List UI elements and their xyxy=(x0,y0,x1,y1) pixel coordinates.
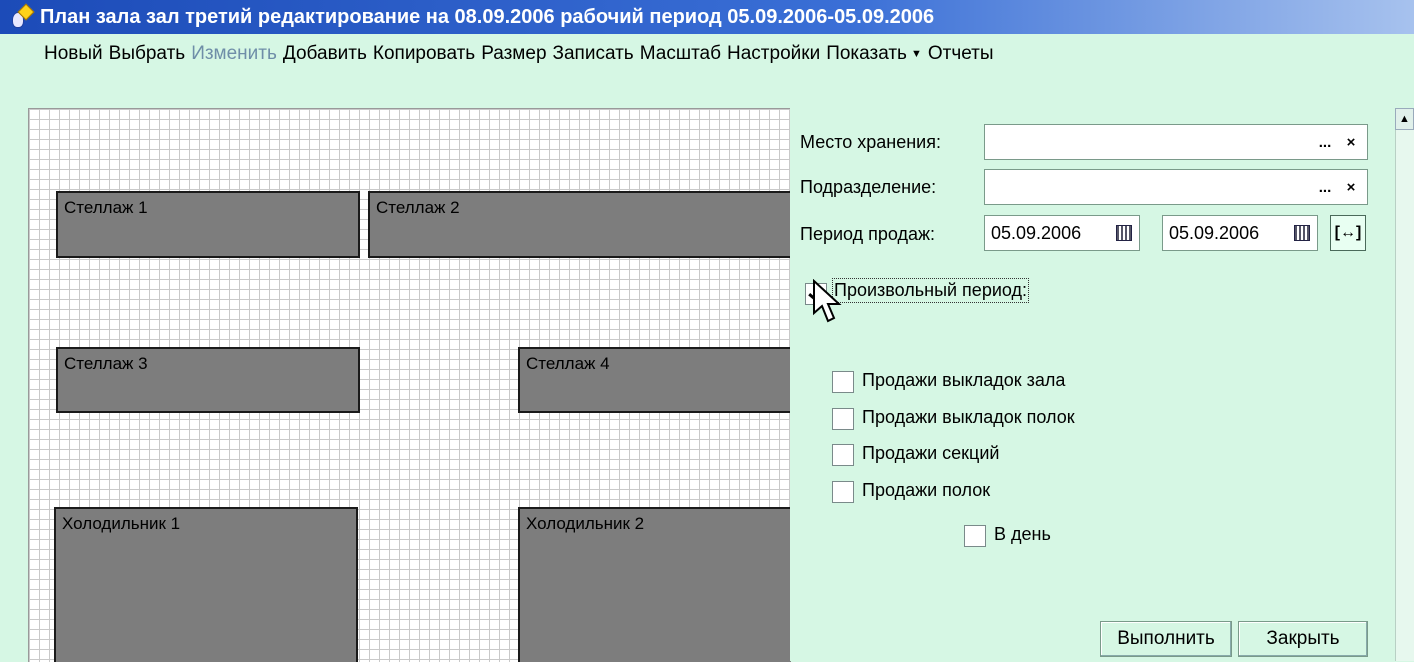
shelf-label: Стеллаж 1 xyxy=(64,198,148,217)
fridge-2[interactable]: Холодильник 2 xyxy=(518,507,791,662)
menu-show-label: Показать xyxy=(826,43,907,64)
period-label: Период продаж: xyxy=(800,224,936,244)
menu-bar: Новый Выбрать Изменить Добавить Копирова… xyxy=(0,34,1414,74)
arbitrary-period-label[interactable]: Произвольный период: xyxy=(832,278,1029,303)
menu-settings[interactable]: Настройки xyxy=(727,43,820,65)
shelf-label: Стеллаж 2 xyxy=(376,198,460,217)
storage-clear-button[interactable]: × xyxy=(1339,128,1363,156)
menu-show[interactable]: Показать ▼ xyxy=(826,43,922,65)
run-button[interactable]: Выполнить xyxy=(1100,621,1232,657)
close-button[interactable]: Закрыть xyxy=(1238,621,1368,657)
per-day-label: В день xyxy=(994,524,1051,544)
shelf-3[interactable]: Стеллаж 3 xyxy=(56,347,360,413)
department-select-button[interactable]: ... xyxy=(1313,173,1337,201)
app-icon xyxy=(10,3,35,28)
shelf-label: Холодильник 1 xyxy=(62,514,181,533)
range-arrows-icon[interactable]: [↔] xyxy=(1330,215,1366,251)
per-day-checkbox[interactable] xyxy=(964,525,986,547)
period-to-field[interactable]: 05.09.2006 xyxy=(1162,215,1318,251)
menu-new[interactable]: Новый xyxy=(44,43,103,65)
menu-scale[interactable]: Масштаб xyxy=(640,43,721,65)
shelf-1[interactable]: Стеллаж 1 xyxy=(56,191,360,258)
option-hall-displays-checkbox[interactable] xyxy=(832,371,854,393)
mouse-cursor-icon xyxy=(813,279,842,323)
option-shelves-checkbox[interactable] xyxy=(832,481,854,503)
menu-save[interactable]: Записать xyxy=(553,43,634,65)
shelf-label: Стеллаж 4 xyxy=(526,354,610,373)
period-to-value: 05.09.2006 xyxy=(1169,223,1260,243)
menu-size[interactable]: Размер xyxy=(481,43,546,65)
window-title: План зала зал третий редактирование на 0… xyxy=(40,5,935,28)
department-field[interactable]: ... × xyxy=(984,169,1368,205)
option-sections-label: Продажи секций xyxy=(862,443,1000,463)
chevron-down-icon: ▼ xyxy=(910,48,922,60)
calendar-icon[interactable] xyxy=(1294,225,1310,241)
shelf-2[interactable]: Стеллаж 2 xyxy=(368,191,791,258)
floor-plan-canvas[interactable]: Стеллаж 1 Стеллаж 2 Стеллаж 3 Стеллаж 4 … xyxy=(28,108,791,662)
shelf-label: Холодильник 2 xyxy=(526,514,645,533)
menu-edit: Изменить xyxy=(191,43,277,64)
title-bar: План зала зал третий редактирование на 0… xyxy=(0,0,1414,34)
shelf-label: Стеллаж 3 xyxy=(64,354,148,373)
menu-copy[interactable]: Копировать xyxy=(373,43,475,65)
department-label: Подразделение: xyxy=(800,177,937,197)
menu-reports[interactable]: Отчеты xyxy=(928,43,994,65)
scroll-up-icon[interactable]: ▲ xyxy=(1395,108,1414,130)
option-shelves-label: Продажи полок xyxy=(862,480,991,500)
vertical-scrollbar[interactable] xyxy=(1395,108,1414,661)
period-from-value: 05.09.2006 xyxy=(991,223,1082,243)
option-shelf-displays-checkbox[interactable] xyxy=(832,408,854,430)
shelf-4[interactable]: Стеллаж 4 xyxy=(518,347,791,413)
fridge-1[interactable]: Холодильник 1 xyxy=(54,507,358,662)
option-sections-checkbox[interactable] xyxy=(832,444,854,466)
department-clear-button[interactable]: × xyxy=(1339,173,1363,201)
option-hall-displays-label: Продажи выкладок зала xyxy=(862,370,1066,390)
period-from-field[interactable]: 05.09.2006 xyxy=(984,215,1140,251)
storage-label: Место хранения: xyxy=(800,132,941,152)
calendar-icon[interactable] xyxy=(1116,225,1132,241)
option-shelf-displays-label: Продажи выкладок полок xyxy=(862,407,1075,427)
menu-select[interactable]: Выбрать xyxy=(109,43,186,65)
storage-select-button[interactable]: ... xyxy=(1313,128,1337,156)
storage-field[interactable]: ... × xyxy=(984,124,1368,160)
menu-add[interactable]: Добавить xyxy=(283,43,367,65)
